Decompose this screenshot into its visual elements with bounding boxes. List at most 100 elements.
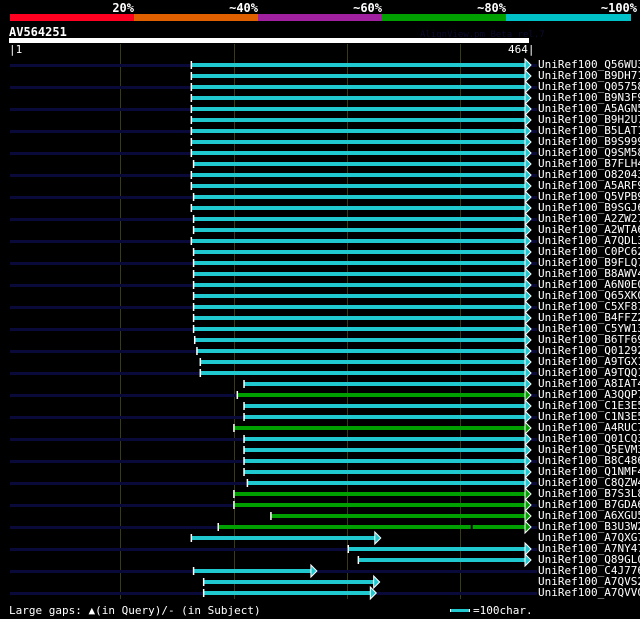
hit-bar[interactable] (244, 470, 525, 474)
hit-start-marker (192, 281, 195, 289)
hit-bar[interactable] (191, 536, 375, 540)
hit-start-marker (190, 138, 193, 146)
hit-bar[interactable] (191, 107, 526, 111)
subject-gap (470, 525, 473, 529)
hit-start-marker (190, 83, 193, 91)
hit-bar[interactable] (191, 239, 526, 243)
hit-bar[interactable] (234, 492, 525, 496)
hit-start-marker (190, 149, 193, 157)
hit-start-marker (190, 105, 193, 113)
hit-arrow-icon (524, 343, 532, 359)
scale-legend-text: =100char. (473, 604, 533, 617)
hit-bar[interactable] (348, 547, 525, 551)
hit-bar[interactable] (193, 316, 525, 320)
hit-start-marker (233, 424, 235, 432)
hit-bar[interactable] (218, 525, 525, 529)
hit-arrow-icon (524, 497, 532, 513)
hit-bar[interactable] (358, 558, 525, 562)
hit-arrow-icon (524, 420, 532, 436)
hit-bar[interactable] (191, 140, 526, 144)
hit-bar[interactable] (191, 96, 526, 100)
hit-start-marker (233, 501, 235, 509)
hit-bar[interactable] (193, 327, 525, 331)
hit-bar[interactable] (193, 283, 525, 287)
hit-arrow-icon (524, 431, 532, 447)
hit-bar[interactable] (191, 63, 526, 67)
hit-arrow-icon (373, 574, 381, 590)
hit-arrow-icon (524, 288, 532, 304)
hit-bar[interactable] (244, 448, 525, 452)
hit-bar[interactable] (193, 261, 525, 265)
hit-arrow-icon (524, 464, 532, 480)
hit-arrow-icon (524, 519, 532, 535)
hit-start-marker (192, 248, 195, 256)
hit-bar[interactable] (234, 426, 525, 430)
hit-arrow-icon (524, 475, 532, 491)
hit-bar[interactable] (191, 184, 526, 188)
hit-start-marker (192, 160, 195, 168)
hit-start-marker (192, 270, 195, 278)
hit-bar[interactable] (234, 503, 525, 507)
hit-bar[interactable] (194, 338, 526, 342)
hit-arrow-icon (524, 398, 532, 414)
hit-bar[interactable] (244, 382, 525, 386)
hit-bar[interactable] (203, 591, 371, 595)
hit-arrow-icon (524, 354, 532, 370)
hit-bar[interactable] (244, 415, 525, 419)
hit-arrow-icon (524, 266, 532, 282)
hit-bar[interactable] (193, 217, 525, 221)
hit-bar[interactable] (237, 393, 525, 397)
hit-bar[interactable] (191, 206, 526, 210)
hit-arrow-icon (524, 552, 532, 568)
hit-bar[interactable] (244, 459, 525, 463)
hit-bar[interactable] (193, 305, 525, 309)
hit-arrow-icon (524, 112, 532, 128)
hit-start-marker (357, 556, 360, 564)
hit-arrow-icon (310, 563, 318, 579)
hit-arrow-icon (524, 453, 532, 469)
hit-arrow-icon (524, 211, 532, 227)
hit-bar[interactable] (191, 173, 526, 177)
hit-bar[interactable] (244, 404, 525, 408)
hit-arrow-icon (524, 79, 532, 95)
hit-bar[interactable] (193, 195, 525, 199)
hit-start-marker (202, 589, 205, 597)
hit-bar[interactable] (191, 129, 526, 133)
hit-bar[interactable] (191, 85, 526, 89)
hit-arrow-icon (524, 255, 532, 271)
hit-bar[interactable] (191, 118, 526, 122)
hit-start-marker (199, 358, 202, 366)
hit-arrow-icon (524, 101, 532, 117)
hit-arrow-icon (524, 508, 532, 524)
hit-start-marker (196, 347, 198, 355)
hit-bar[interactable] (271, 514, 525, 518)
hit-arrow-icon (524, 332, 532, 348)
hit-bar[interactable] (191, 151, 526, 155)
hit-arrow-icon (524, 244, 532, 260)
hit-start-marker (243, 402, 245, 410)
hit-start-marker (192, 325, 195, 333)
hit-start-marker (190, 127, 193, 135)
hit-bar[interactable] (193, 228, 525, 232)
hit-bar[interactable] (193, 294, 525, 298)
hit-start-marker (270, 512, 272, 520)
hit-bar[interactable] (193, 250, 525, 254)
hit-bar[interactable] (244, 437, 525, 441)
hit-bar[interactable] (197, 349, 525, 353)
hit-arrow-icon (524, 233, 532, 249)
hit-start-marker (192, 215, 195, 223)
hit-arrow-icon (374, 530, 382, 546)
hit-bar[interactable] (193, 569, 311, 573)
hit-bar[interactable] (203, 580, 374, 584)
hit-bar[interactable] (193, 162, 525, 166)
hit-bar[interactable] (193, 272, 525, 276)
hit-bar[interactable] (200, 371, 525, 375)
hit-bar[interactable] (247, 481, 525, 485)
hit-bar[interactable] (200, 360, 525, 364)
hit-start-marker (190, 72, 193, 80)
hit-label[interactable]: UniRef100_A7QVV0 (538, 587, 640, 598)
hit-arrow-icon (524, 200, 532, 216)
hit-arrow-icon (524, 189, 532, 205)
hit-start-marker (192, 226, 195, 234)
hit-bar[interactable] (191, 74, 526, 78)
